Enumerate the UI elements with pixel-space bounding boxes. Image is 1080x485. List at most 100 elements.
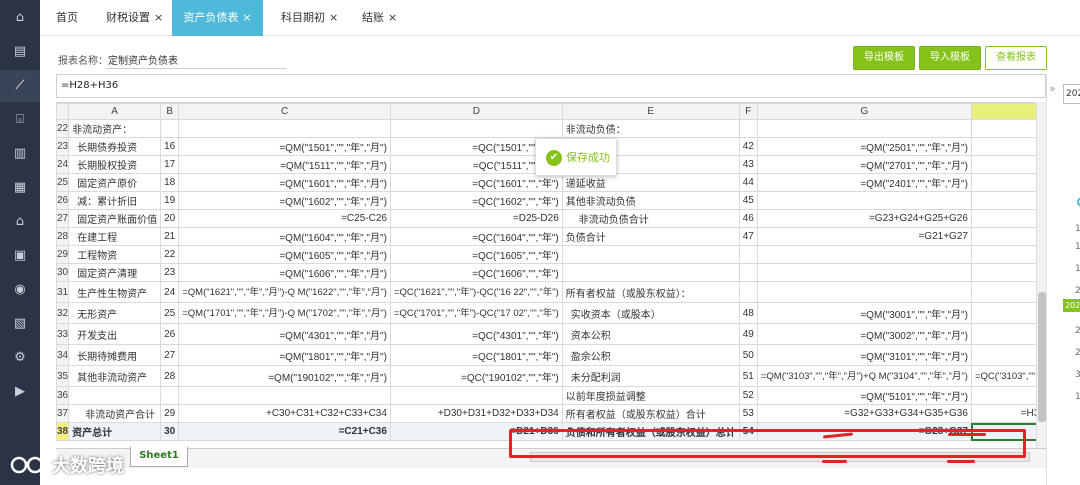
cell-g34[interactable]: =QM("3101","","年","月") xyxy=(756,344,972,366)
cell-f29[interactable] xyxy=(738,245,758,264)
cell-f32[interactable]: 48 xyxy=(738,302,758,324)
col-header-a[interactable]: A xyxy=(68,103,162,120)
row-header[interactable]: 29 xyxy=(56,245,70,264)
cell-f25[interactable]: 44 xyxy=(738,173,758,192)
cell-e32[interactable]: 实收资本（或股本） xyxy=(561,302,740,324)
col-header-c[interactable]: C xyxy=(178,103,391,120)
sheet-tab[interactable]: Sheet1 xyxy=(130,447,188,467)
cell-b23[interactable]: 16 xyxy=(160,137,180,156)
cell-a36[interactable] xyxy=(68,386,162,405)
cell-c33[interactable]: =QM("4301","","年","月") xyxy=(178,323,391,345)
col-header-f[interactable]: F xyxy=(738,103,758,120)
cell-f35[interactable]: 51 xyxy=(738,365,758,387)
cell-f30[interactable] xyxy=(738,263,758,282)
import-template-button[interactable]: 导入模板 xyxy=(919,46,981,70)
cell-f34[interactable]: 50 xyxy=(738,344,758,366)
cell-g30[interactable] xyxy=(756,263,972,282)
stamp-icon[interactable]: ◉ xyxy=(10,280,30,300)
row-header[interactable]: 36 xyxy=(56,386,70,405)
col-header-d[interactable]: D xyxy=(389,103,563,120)
cell-f28[interactable]: 47 xyxy=(738,227,758,246)
cell-d33[interactable]: =QC("4301","","年") xyxy=(389,323,563,345)
cell-a32[interactable]: 无形资产 xyxy=(68,302,162,324)
cell-c27[interactable]: =C25-C26 xyxy=(178,209,391,228)
scroll-thumb[interactable] xyxy=(1038,292,1046,422)
cell-h34[interactable]: =QM("3101","","年") xyxy=(970,344,1036,366)
row-header[interactable]: 25 xyxy=(56,173,70,192)
expand-chevron-icon[interactable]: » xyxy=(1049,82,1056,95)
row-header[interactable]: 26 xyxy=(56,191,70,210)
row-header[interactable]: 37 xyxy=(56,404,70,423)
col-header-g[interactable]: G xyxy=(756,103,972,120)
table-icon[interactable]: ▣ xyxy=(10,246,30,266)
cell-b36[interactable] xyxy=(160,386,180,405)
cell-c28[interactable]: =QM("1604","","年","月") xyxy=(178,227,391,246)
cell-h27[interactable]: =H23+H24+H25+H26 xyxy=(970,209,1036,228)
cell-g37[interactable]: =G32+G33+G34+G35+G36 xyxy=(756,404,972,423)
row-header[interactable]: 32 xyxy=(56,302,70,324)
cell-e36[interactable]: 以前年度损益调整 xyxy=(561,386,740,405)
cell-a22[interactable]: 非流动资产： xyxy=(68,119,162,138)
cell-e33[interactable]: 资本公积 xyxy=(561,323,740,345)
cell-c24[interactable]: =QM("1511","","年","月") xyxy=(178,155,391,174)
cell-a35[interactable]: 其他非流动资产 xyxy=(68,365,162,387)
cell-d26[interactable]: =QC("1602","","年") xyxy=(389,191,563,210)
cell-d35[interactable]: =QC("190102","","年") xyxy=(389,365,563,387)
cell-f37[interactable]: 53 xyxy=(738,404,758,423)
cell-g25[interactable]: =QM("2401","","年","月") xyxy=(756,173,972,192)
cell-d31[interactable]: =QC("1621","","年")-QC("16 22","","年") xyxy=(389,281,563,303)
cell-d22[interactable] xyxy=(389,119,563,138)
cell-d37[interactable]: +D30+D31+D32+D33+D34 xyxy=(389,404,563,423)
cell-b26[interactable]: 19 xyxy=(160,191,180,210)
cell-h28[interactable]: =H21+H27 xyxy=(970,227,1036,246)
cell-d34[interactable]: =QC("1801","","年") xyxy=(389,344,563,366)
cell-b34[interactable]: 27 xyxy=(160,344,180,366)
cell-a24[interactable]: 长期股权投资 xyxy=(68,155,162,174)
cell-d27[interactable]: =D25-D26 xyxy=(389,209,563,228)
cell-a27[interactable]: 固定资产账面价值 xyxy=(68,209,162,228)
cell-c22[interactable] xyxy=(178,119,391,138)
cell-b29[interactable]: 22 xyxy=(160,245,180,264)
media-icon[interactable]: ▶ xyxy=(10,382,30,402)
view-report-button[interactable]: 查看报表 xyxy=(985,46,1047,70)
book-icon[interactable]: ▥ xyxy=(10,144,30,164)
cell-f24[interactable]: 43 xyxy=(738,155,758,174)
formula-bar[interactable]: =H28+H36 xyxy=(56,74,1046,98)
tab-opening-balance[interactable]: 科目期初 × xyxy=(281,0,338,36)
cell-a26[interactable]: 减：累计折旧 xyxy=(68,191,162,210)
cell-f26[interactable]: 45 xyxy=(738,191,758,210)
cell-c29[interactable]: =QM("1605","","年","月") xyxy=(178,245,391,264)
row-header[interactable]: 28 xyxy=(56,227,70,246)
cell-g31[interactable] xyxy=(756,281,972,303)
ledger-icon[interactable]: ▦ xyxy=(10,178,30,198)
tab-balance-sheet[interactable]: 资产负债表 × xyxy=(172,0,263,36)
cell-c25[interactable]: =QM("1601","","年","月") xyxy=(178,173,391,192)
cell-e28[interactable]: 负债合计 xyxy=(561,227,740,246)
cell-h33[interactable]: =QC("3002","","年") xyxy=(970,323,1036,345)
cell-b28[interactable]: 21 xyxy=(160,227,180,246)
store-icon[interactable]: ⌂ xyxy=(10,212,30,232)
selected-year[interactable]: 2020 xyxy=(1063,299,1080,312)
cell-h24[interactable]: =QC("2701","","年") xyxy=(970,155,1036,174)
cell-b35[interactable]: 28 xyxy=(160,365,180,387)
cell-b22[interactable] xyxy=(160,119,180,138)
cell-h22[interactable] xyxy=(970,119,1036,138)
cell-e22[interactable]: 非流动负债： xyxy=(561,119,740,138)
home-icon[interactable]: ⌂ xyxy=(10,8,30,28)
cell-e37[interactable]: 所有者权益（或股东权益）合计 xyxy=(561,404,740,423)
cell-b30[interactable]: 23 xyxy=(160,263,180,282)
cell-b24[interactable]: 17 xyxy=(160,155,180,174)
cell-c38[interactable]: =C21+C36 xyxy=(178,422,391,441)
cell-d30[interactable]: =QC("1606","","年") xyxy=(389,263,563,282)
row-header[interactable]: 23 xyxy=(56,137,70,156)
gear-icon[interactable]: ⚙ xyxy=(10,348,30,368)
row-header[interactable]: 33 xyxy=(56,323,70,345)
cell-c23[interactable]: =QM("1501","","年","月") xyxy=(178,137,391,156)
cell-a38[interactable]: 资产总计 xyxy=(68,422,162,441)
cell-c37[interactable]: +C30+C31+C32+C33+C34 xyxy=(178,404,391,423)
cell-h37[interactable]: =H32+H33+H34+H35+G36 xyxy=(970,404,1036,423)
cell-b38[interactable]: 30 xyxy=(160,422,180,441)
cell-b27[interactable]: 20 xyxy=(160,209,180,228)
close-icon[interactable]: × xyxy=(329,11,338,24)
row-header[interactable]: 31 xyxy=(56,281,70,303)
